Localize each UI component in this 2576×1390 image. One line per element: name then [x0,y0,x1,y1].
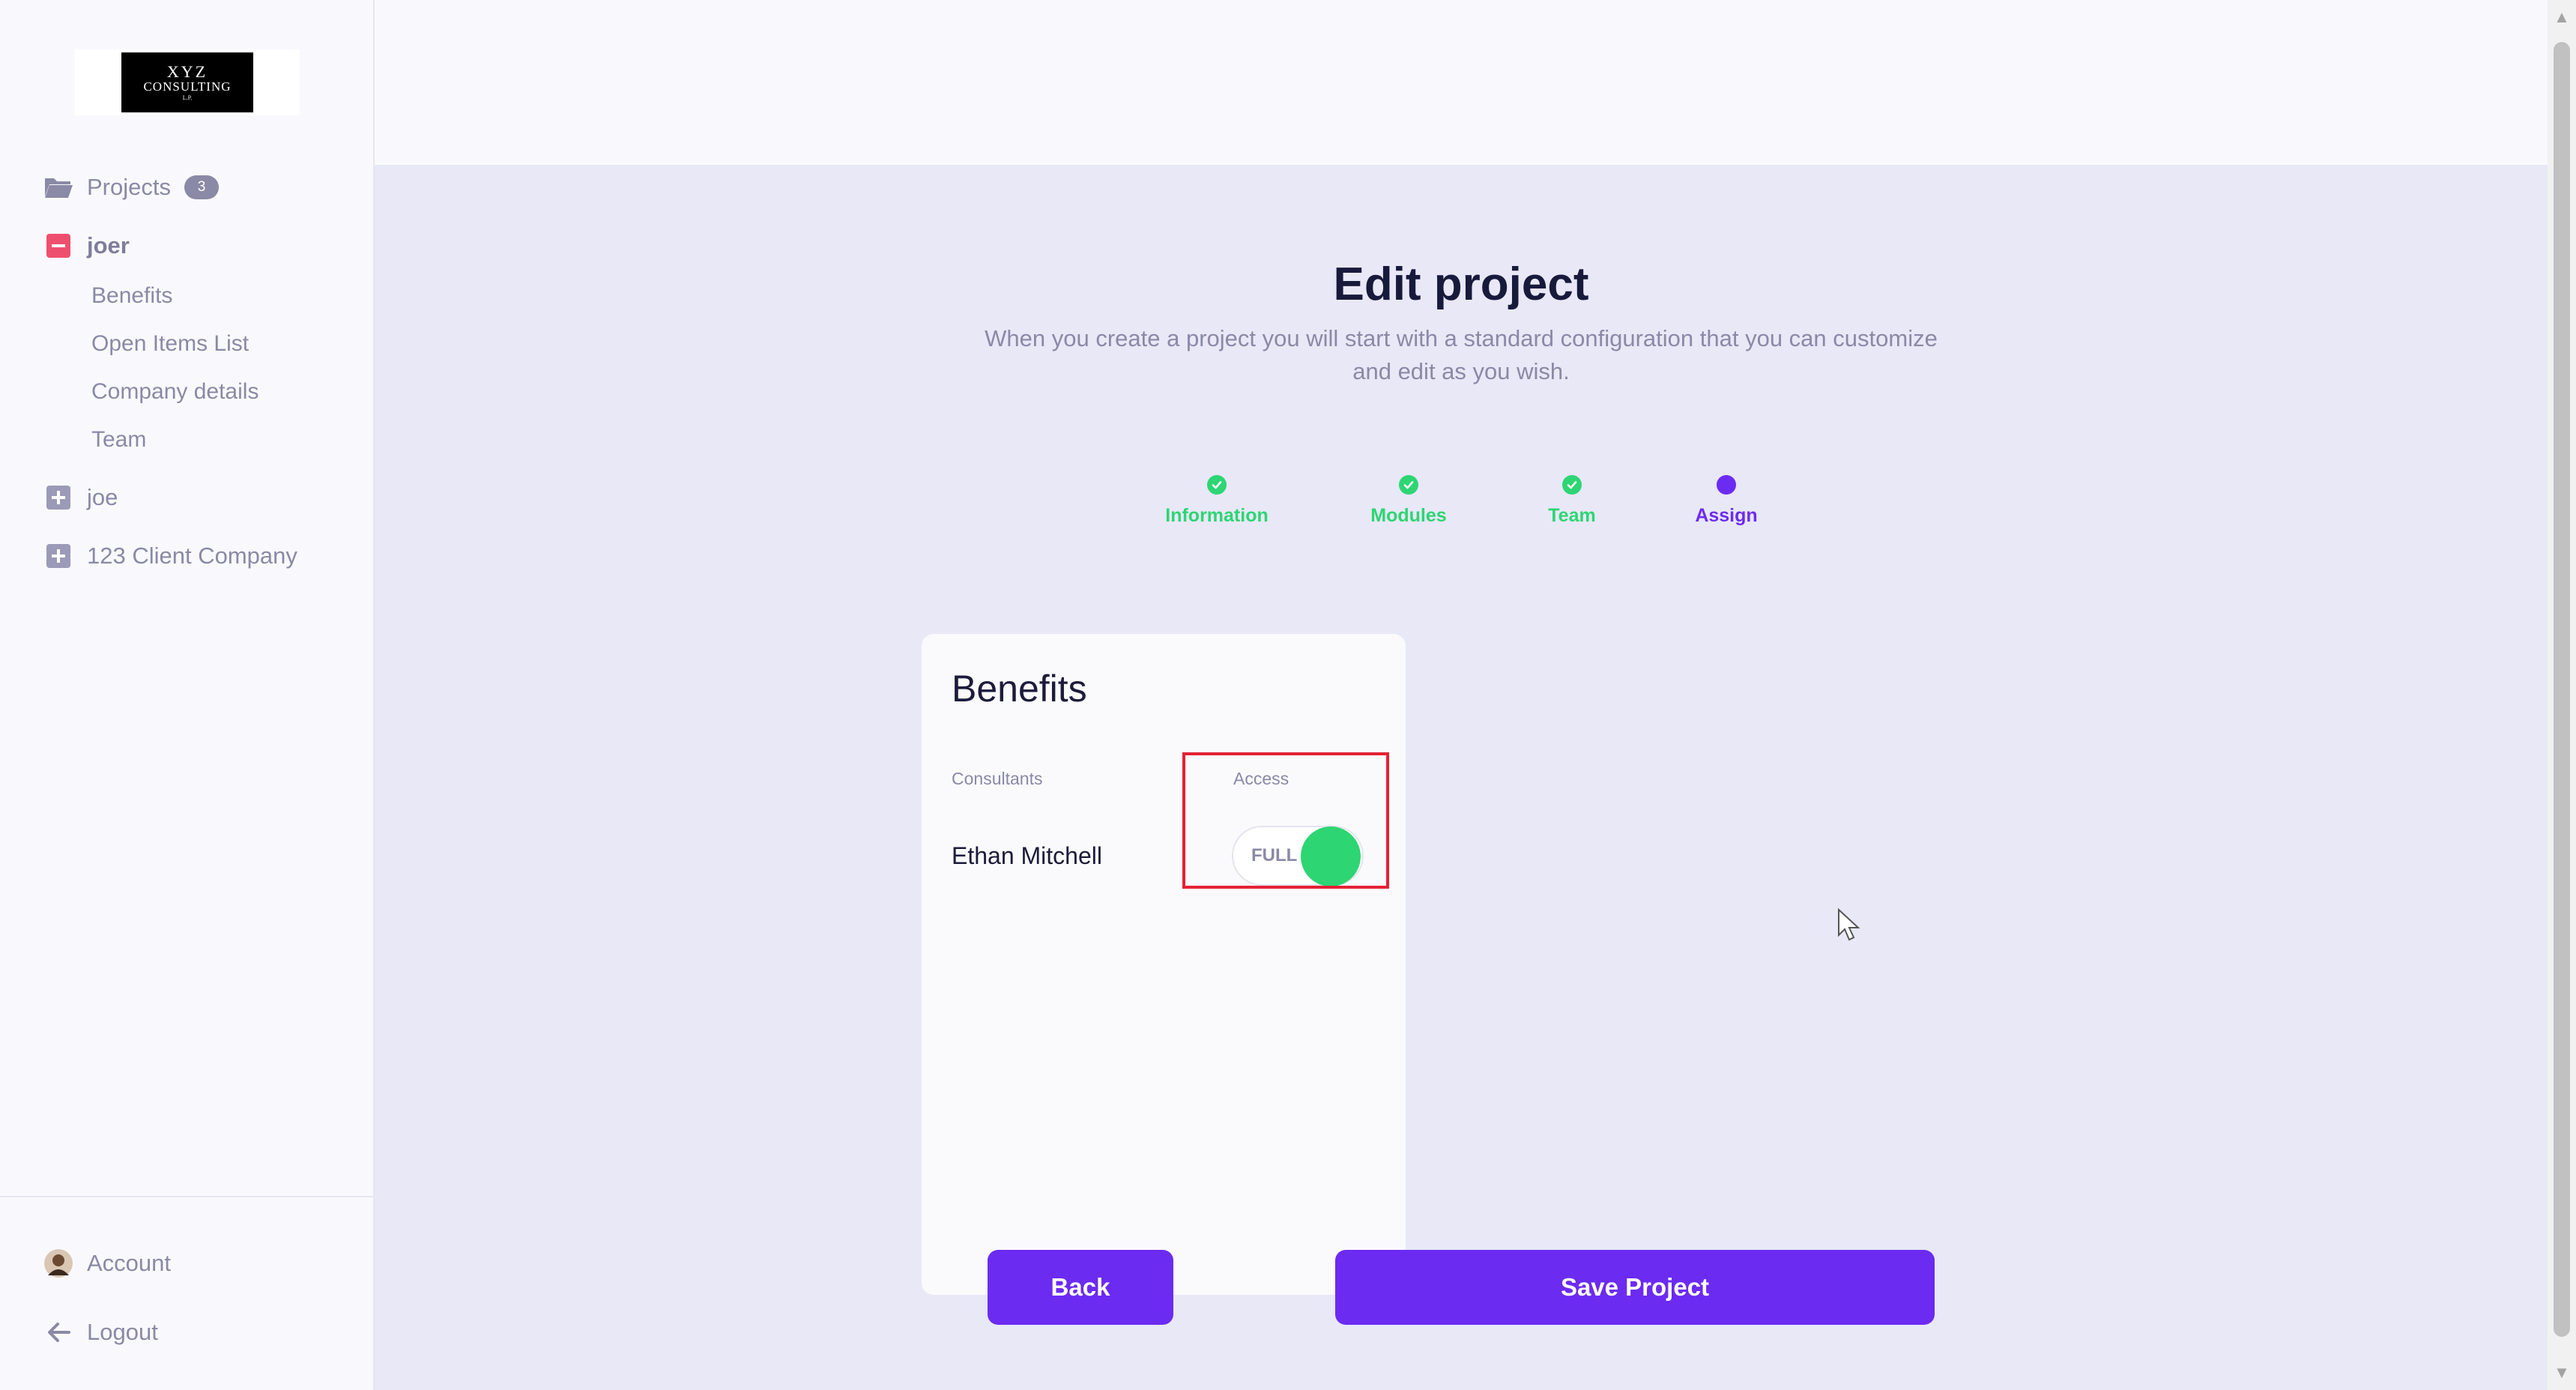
toggle-knob [1301,827,1361,886]
logout-button[interactable]: Logout [42,1311,158,1353]
logo-line-2: CONSULTING [143,79,232,94]
logout-label: Logout [87,1319,158,1345]
column-header-access: Access [1233,769,1289,788]
account-label: Account [87,1250,172,1276]
sidebar-item-projects[interactable]: Projects 3 [42,166,219,208]
main-content: Edit project When you create a project y… [375,165,2548,1390]
sidebar-item-team[interactable]: Team [91,427,146,453]
step-label: Team [1548,505,1596,526]
sidebar-item-open-items-list[interactable]: Open Items List [91,331,249,357]
sidebar-project-123-client-company[interactable]: 123 Client Company [42,535,297,577]
logo-mark: XYZ CONSULTING L.P. [121,52,253,112]
top-bar [375,0,2548,165]
step-label: Assign [1695,505,1758,526]
step-information[interactable]: Information [1134,475,1299,527]
collapse-icon[interactable] [42,229,75,262]
step-team[interactable]: Team [1490,475,1654,527]
expand-icon[interactable] [42,481,75,514]
sidebar-item-account[interactable]: Account [42,1242,171,1284]
projects-label: Projects [87,174,171,200]
scrollbar-thumb[interactable] [2554,42,2570,1337]
access-toggle[interactable]: FULL [1232,826,1364,886]
step-modules[interactable]: Modules [1326,475,1491,527]
scroll-up-arrow-icon[interactable]: ▲ [2548,3,2576,31]
step-label: Information [1165,505,1269,526]
scrollbar[interactable]: ▲ ▼ [2548,0,2576,1390]
save-project-button[interactable]: Save Project [1335,1250,1935,1325]
project-123-client-company-label: 123 Client Company [87,543,297,569]
check-icon [1399,475,1418,495]
scroll-down-arrow-icon[interactable]: ▼ [2548,1359,2576,1387]
avatar [42,1247,75,1280]
column-header-consultants: Consultants [952,769,1043,788]
consultant-name: Ethan Mitchell [952,842,1102,869]
step-label: Modules [1370,505,1447,526]
check-icon [1207,475,1227,495]
benefits-card: Benefits Consultants Access Ethan Mitche… [922,634,1406,1295]
logo-line-1: XYZ [166,62,208,82]
sidebar-item-company-details[interactable]: Company details [91,379,258,405]
sidebar-item-benefits[interactable]: Benefits [91,283,172,309]
page-subtitle: When you create a project you will start… [985,325,1938,384]
current-step-dot [1717,475,1736,495]
projects-count-badge: 3 [184,175,219,199]
back-button[interactable]: Back [988,1250,1173,1325]
access-value: FULL [1251,845,1298,865]
project-joer-label: joer [87,232,130,259]
card-title: Benefits [952,668,1087,710]
folder-icon [42,171,75,204]
arrow-left-icon [42,1316,75,1349]
step-assign[interactable]: Assign [1644,475,1809,527]
project-joe-label: joe [87,484,118,510]
check-icon [1562,475,1582,495]
expand-icon[interactable] [42,540,75,572]
sidebar-project-joer[interactable]: joer [42,225,130,267]
sidebar-project-joe[interactable]: joe [42,477,118,519]
sidebar: XYZ CONSULTING L.P. Projects 3 joer Bene… [0,0,375,1390]
sidebar-divider [0,1196,373,1197]
company-logo: XYZ CONSULTING L.P. [75,49,300,115]
logo-line-3: L.P. [182,94,193,102]
page-title: Edit project [1333,259,1589,310]
